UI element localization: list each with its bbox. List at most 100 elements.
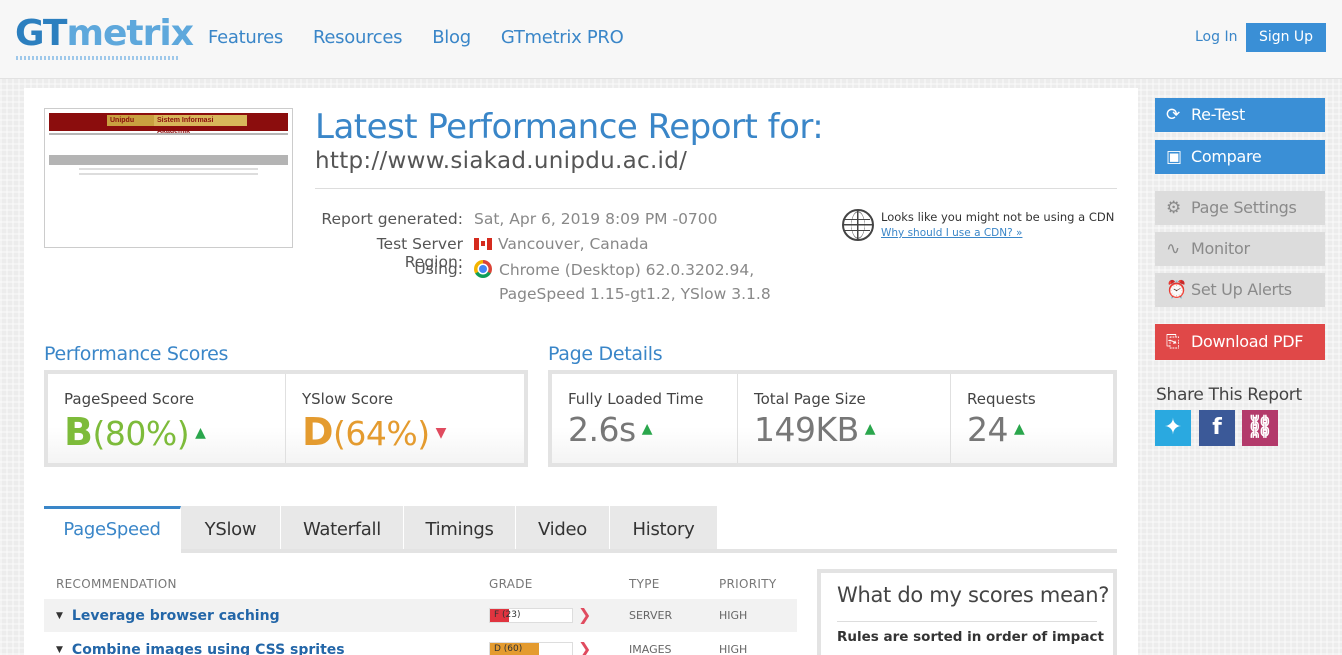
alarm-clock-icon: ⏰	[1166, 280, 1187, 300]
report-url: http://www.siakad.unipdu.ac.id/	[315, 148, 688, 174]
logo-underline-decoration	[16, 56, 178, 60]
globe-icon	[842, 209, 874, 241]
download-pdf-button[interactable]: ⎘ Download PDF	[1155, 324, 1325, 360]
yslow-grade: D	[302, 410, 334, 454]
thumb-gray-bar	[49, 155, 288, 165]
pagespeed-value: B(80%) ▲	[64, 410, 206, 454]
logo-metrix: metrix	[66, 13, 193, 54]
detail-value-text: 149KB	[754, 410, 859, 449]
nav-blog[interactable]: Blog	[432, 27, 471, 48]
yslow-score: YSlow Score D(64%) ▼	[286, 374, 524, 463]
tab-yslow[interactable]: YSlow	[181, 506, 281, 552]
canada-flag-icon	[474, 238, 492, 250]
detail-label: Requests	[967, 390, 1036, 408]
tab-waterfall[interactable]: Waterfall	[281, 506, 404, 552]
yslow-label: YSlow Score	[302, 390, 394, 408]
page-details-title: Page Details	[548, 343, 663, 365]
grade-bar: D (60)	[489, 642, 573, 655]
alerts-label: Set Up Alerts	[1191, 280, 1292, 299]
performance-scores-title: Performance Scores	[44, 343, 229, 365]
performance-scores-inner: PageSpeed Score B(80%) ▲ YSlow Score D(64…	[48, 374, 524, 463]
meta-value: Sat, Apr 6, 2019 8:09 PM -0700	[474, 210, 718, 228]
page-settings-button[interactable]: ⚙ Page Settings	[1155, 191, 1325, 225]
recommendation-priority: HIGH	[719, 643, 748, 655]
meta-label: Report generated:	[321, 210, 463, 228]
recommendation-type: IMAGES	[629, 643, 672, 655]
nav-gtmetrix-pro[interactable]: GTmetrix PRO	[501, 27, 624, 48]
cdn-text: Looks like you might not be using a CDN	[881, 210, 1115, 224]
meta-value: PageSpeed 1.15-gt1.2, YSlow 3.1.8	[499, 285, 771, 303]
arrow-up-icon: ▲	[864, 421, 876, 437]
recommendation-name[interactable]: Combine images using CSS sprites	[56, 642, 345, 655]
performance-scores-box: PageSpeed Score B(80%) ▲ YSlow Score D(64…	[44, 370, 528, 467]
page-details-box: Fully Loaded Time 2.6s ▲ Total Page Size …	[548, 370, 1117, 467]
page-details-inner: Fully Loaded Time 2.6s ▲ Total Page Size …	[552, 374, 1113, 463]
facebook-share-icon[interactable]: f	[1199, 410, 1235, 446]
report-panel: Unipdu Sistem Informasi Akademik Latest …	[24, 88, 1138, 655]
tab-underline	[181, 549, 1117, 553]
recommendation-header[interactable]: RECOMMENDATION	[56, 577, 177, 591]
retest-button[interactable]: ⟳ Re-Test	[1155, 98, 1325, 132]
nav-resources[interactable]: Resources	[313, 27, 403, 48]
site-thumbnail: Unipdu Sistem Informasi Akademik	[44, 108, 293, 248]
meta-label: Using:	[414, 260, 463, 278]
report-title: Latest Performance Report for:	[315, 107, 824, 147]
pagespeed-pct: (80%)	[92, 414, 190, 453]
pdf-icon: ⎘	[1166, 332, 1180, 352]
login-link[interactable]: Log In	[1195, 29, 1237, 45]
pagespeed-score: PageSpeed Score B(80%) ▲	[48, 374, 286, 463]
twitter-share-icon[interactable]: ✦	[1155, 410, 1191, 446]
detail-label: Total Page Size	[754, 390, 866, 408]
meta-value: Chrome (Desktop) 62.0.3202.94,	[499, 261, 755, 279]
total-page-size: Total Page Size 149KB ▲	[738, 374, 951, 463]
gtmetrix-logo[interactable]: GTmetrix	[15, 13, 194, 58]
share-title: Share This Report	[1156, 385, 1302, 405]
recommendation-name[interactable]: Leverage browser caching	[56, 608, 280, 624]
scores-info-box: What do my scores mean? Rules are sorted…	[817, 569, 1117, 655]
grade-header[interactable]: GRADE	[489, 577, 533, 591]
yslow-pct: (64%)	[333, 414, 430, 453]
thumb-line	[79, 168, 258, 170]
chevron-down-icon: ❯	[578, 639, 592, 655]
refresh-icon: ⟳	[1166, 105, 1180, 125]
pulse-icon: ∿	[1166, 239, 1180, 259]
nav-features[interactable]: Features	[208, 27, 283, 48]
signup-button[interactable]: Sign Up	[1246, 23, 1326, 52]
compare-button[interactable]: ▣ Compare	[1155, 140, 1325, 174]
recommendation-row[interactable]: Combine images using CSS sprites D (60) …	[44, 633, 797, 655]
arrow-down-icon: ▼	[435, 425, 447, 441]
thumb-title: Sistem Informasi Akademik	[154, 115, 247, 135]
chrome-icon	[474, 260, 492, 278]
set-up-alerts-button[interactable]: ⏰ Set Up Alerts	[1155, 273, 1325, 307]
scores-info-title: What do my scores mean?	[837, 583, 1110, 607]
arrow-up-icon: ▲	[1014, 421, 1025, 437]
scores-info-divider	[837, 621, 1097, 622]
recommendation-type: SERVER	[629, 609, 673, 622]
recommendation-priority: HIGH	[719, 609, 748, 622]
detail-value-text: 2.6s	[568, 410, 636, 449]
detail-value-text: 24	[967, 410, 1009, 449]
download-label: Download PDF	[1191, 332, 1304, 351]
link-share-icon[interactable]: ⛓	[1242, 410, 1278, 446]
arrow-up-icon: ▲	[641, 421, 653, 437]
detail-value: 2.6s ▲	[568, 410, 652, 449]
tab-video[interactable]: Video	[516, 506, 610, 552]
tab-history[interactable]: History	[610, 506, 718, 552]
grade-bar-fill: D (60)	[490, 643, 540, 655]
report-tabs: PageSpeed YSlow Waterfall Timings Video …	[44, 506, 718, 552]
yslow-value: D(64%) ▼	[302, 410, 446, 454]
page-settings-label: Page Settings	[1191, 198, 1297, 217]
recommendation-row[interactable]: Leverage browser caching F (23) ❯ SERVER…	[44, 599, 797, 632]
grade-bar: F (23)	[489, 608, 573, 623]
priority-header[interactable]: PRIORITY	[719, 577, 777, 591]
tab-pagespeed[interactable]: PageSpeed	[44, 506, 181, 552]
top-navbar: GTmetrix Features Resources Blog GTmetri…	[0, 0, 1342, 79]
monitor-button[interactable]: ∿ Monitor	[1155, 232, 1325, 266]
tab-timings[interactable]: Timings	[404, 506, 516, 552]
type-header[interactable]: TYPE	[629, 577, 660, 591]
requests: Requests 24 ▲	[951, 374, 1113, 463]
retest-label: Re-Test	[1191, 105, 1245, 124]
main-nav: Features Resources Blog GTmetrix PRO	[208, 27, 654, 48]
cdn-link[interactable]: Why should I use a CDN? »	[881, 227, 1022, 239]
logo-gt: GT	[15, 13, 67, 54]
